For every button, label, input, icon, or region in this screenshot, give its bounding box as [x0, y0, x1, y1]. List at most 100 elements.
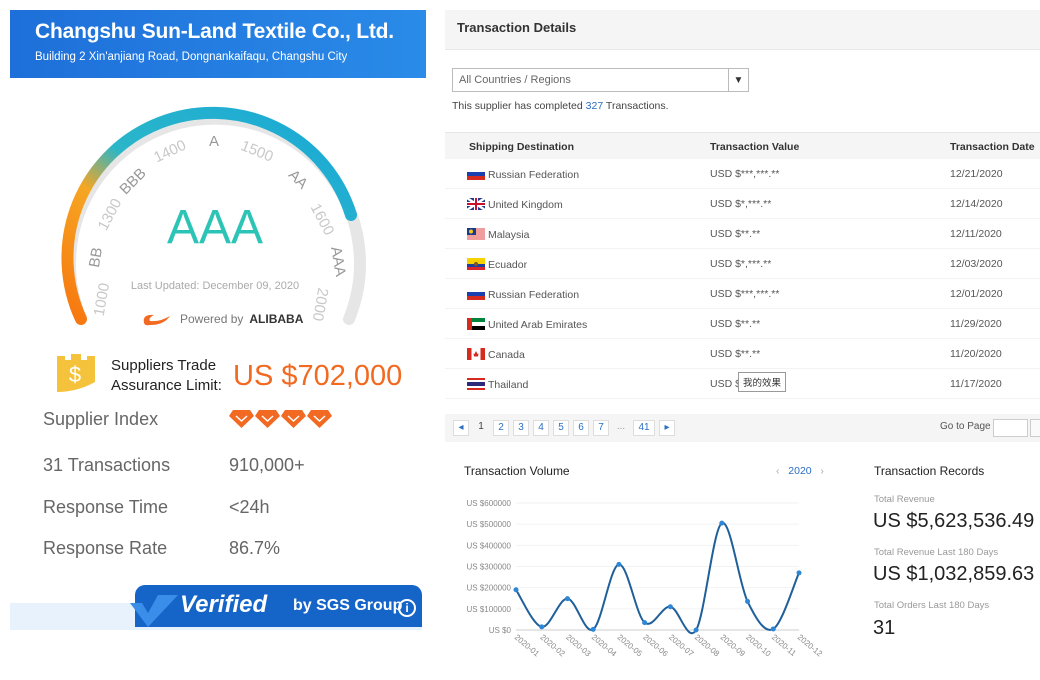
- data-point[interactable]: [667, 604, 673, 610]
- stat-value-transactions: 910,000+: [229, 455, 305, 475]
- info-icon[interactable]: i: [398, 599, 416, 617]
- x-tick-label: 2020-08: [693, 633, 722, 659]
- diamond-icon: [281, 410, 306, 428]
- table-row: United Arab Emirates USD $**.** 11/29/20…: [445, 309, 1040, 339]
- flag-gb-icon: [467, 198, 485, 210]
- data-point[interactable]: [539, 624, 545, 630]
- y-tick-label: US $400000: [467, 541, 512, 550]
- data-point[interactable]: [642, 620, 648, 626]
- trade-assurance-shield-icon: $: [57, 354, 95, 392]
- data-point[interactable]: [745, 598, 751, 604]
- company-name[interactable]: Changshu Sun-Land Textile Co., Ltd.: [35, 20, 426, 44]
- stat-value-response-time: <24h: [229, 497, 270, 517]
- page-button[interactable]: 5: [553, 420, 569, 436]
- flag-my-icon: [467, 228, 485, 240]
- table-row: Russian Federation USD $***,***.** 12/21…: [445, 159, 1040, 189]
- checkmark-icon: [130, 595, 178, 627]
- page-button[interactable]: 3: [513, 420, 529, 436]
- y-tick-label: US $300000: [467, 563, 512, 572]
- powered-by: Powered by ALIBABA: [140, 310, 303, 328]
- alibaba-logo-icon: [143, 314, 170, 326]
- flag-ec-icon: [467, 258, 485, 270]
- transaction-date: 12/21/2020: [950, 168, 1003, 180]
- next-year-icon[interactable]: ›: [820, 465, 824, 477]
- prev-year-icon[interactable]: ‹: [776, 465, 780, 477]
- sgs-verified-badge[interactable]: Verified by SGS Group i: [10, 585, 422, 630]
- powered-prefix: Powered by: [180, 312, 244, 326]
- destination-cell: Malaysia: [467, 228, 529, 241]
- destination-cell: United Arab Emirates: [467, 318, 587, 331]
- transaction-value: USD $**.**: [710, 348, 761, 360]
- transaction-value: USD $**.**: [710, 228, 761, 240]
- table-row: Ecuador USD $*,***.** 12/03/2020: [445, 249, 1040, 279]
- transaction-value: USD $***,***.**: [710, 288, 780, 300]
- page-button[interactable]: 4: [533, 420, 549, 436]
- select-value: All Countries / Regions: [459, 74, 571, 86]
- verified-word: Verified: [180, 591, 268, 618]
- flag-ae-icon: [467, 318, 485, 330]
- transaction-date: 12/11/2020: [950, 228, 1002, 240]
- destination-cell: Russian Federation: [467, 168, 579, 181]
- data-point[interactable]: [564, 596, 570, 602]
- year-selector: ‹ 2020 ›: [776, 465, 824, 477]
- goto-page-label: Go to Page: [940, 421, 991, 432]
- transaction-date: 11/17/2020: [950, 378, 1002, 390]
- page-button[interactable]: 2: [493, 420, 509, 436]
- completed-count[interactable]: 327: [586, 100, 604, 112]
- transaction-volume-chart: US $0 US $100000 US $200000 US $300000 US $4…: [467, 499, 825, 659]
- goto-page-button[interactable]: [1030, 419, 1040, 437]
- prev-page-icon[interactable]: ◂: [453, 420, 469, 436]
- credit-rating: AAA: [166, 201, 264, 254]
- verified-by: by SGS Group: [293, 597, 403, 614]
- transaction-value: USD $*,***.**: [710, 198, 772, 210]
- data-point[interactable]: [616, 561, 622, 567]
- series-line: [515, 522, 800, 635]
- destination-cell: Canada: [467, 348, 525, 361]
- destination-cell: Thailand: [467, 378, 528, 391]
- table-row: Malaysia USD $**.** 12/11/2020: [445, 219, 1040, 249]
- gauge-label: A: [208, 133, 219, 150]
- x-tick-label: 2020-03: [564, 633, 593, 659]
- data-point[interactable]: [770, 626, 776, 632]
- diamond-icon: [229, 410, 254, 428]
- x-tick-label: 2020-09: [719, 633, 748, 659]
- transaction-value: USD $***,***.**: [710, 168, 780, 180]
- svg-text:$: $: [69, 362, 81, 387]
- table-row: Canada USD $**.** 11/20/2020: [445, 339, 1040, 369]
- assurance-limit: US $702,000: [233, 360, 403, 392]
- transaction-value: USD $: [710, 378, 741, 390]
- diamond-icon: [255, 410, 280, 428]
- year-value: 2020: [788, 465, 812, 477]
- total-revenue-value: US $5,623,536.49: [873, 510, 1035, 532]
- transaction-date: 12/01/2020: [950, 288, 1003, 300]
- page-ellipsis: ...: [616, 421, 626, 432]
- page-button[interactable]: 41: [633, 420, 655, 436]
- destination-cell: Russian Federation: [467, 288, 579, 301]
- transaction-details-title: Transaction Details: [445, 10, 1040, 50]
- goto-page-input[interactable]: [993, 419, 1028, 437]
- x-tick-label: 2020-07: [667, 633, 696, 659]
- page-button[interactable]: 7: [593, 420, 609, 436]
- country-region-select[interactable]: All Countries / Regions ▼: [452, 68, 749, 92]
- country-name: United Kingdom: [488, 199, 563, 211]
- x-tick-label: 2020-06: [641, 633, 670, 659]
- x-tick-label: 2020-02: [538, 633, 567, 659]
- flag-ru-icon: [467, 288, 485, 300]
- x-tick-label: 2020-10: [744, 633, 773, 659]
- revenue-180-label: Total Revenue Last 180 Days: [874, 547, 999, 558]
- transaction-date: 11/29/2020: [950, 318, 1002, 330]
- country-name: Thailand: [488, 379, 529, 391]
- flag-ru-icon: [467, 168, 485, 180]
- data-point[interactable]: [513, 587, 519, 593]
- next-page-icon[interactable]: ▸: [659, 420, 675, 436]
- stat-label-response-time: Response Time: [43, 497, 169, 517]
- data-point[interactable]: [590, 626, 596, 632]
- y-tick-label: US $500000: [467, 520, 512, 529]
- data-point[interactable]: [796, 570, 802, 576]
- data-point[interactable]: [693, 627, 699, 633]
- y-tick-label: US $100000: [467, 605, 512, 614]
- country-name: Russian Federation: [488, 169, 580, 181]
- x-tick-label: 2020-12: [796, 633, 825, 659]
- data-point[interactable]: [719, 520, 725, 526]
- page-button[interactable]: 6: [573, 420, 589, 436]
